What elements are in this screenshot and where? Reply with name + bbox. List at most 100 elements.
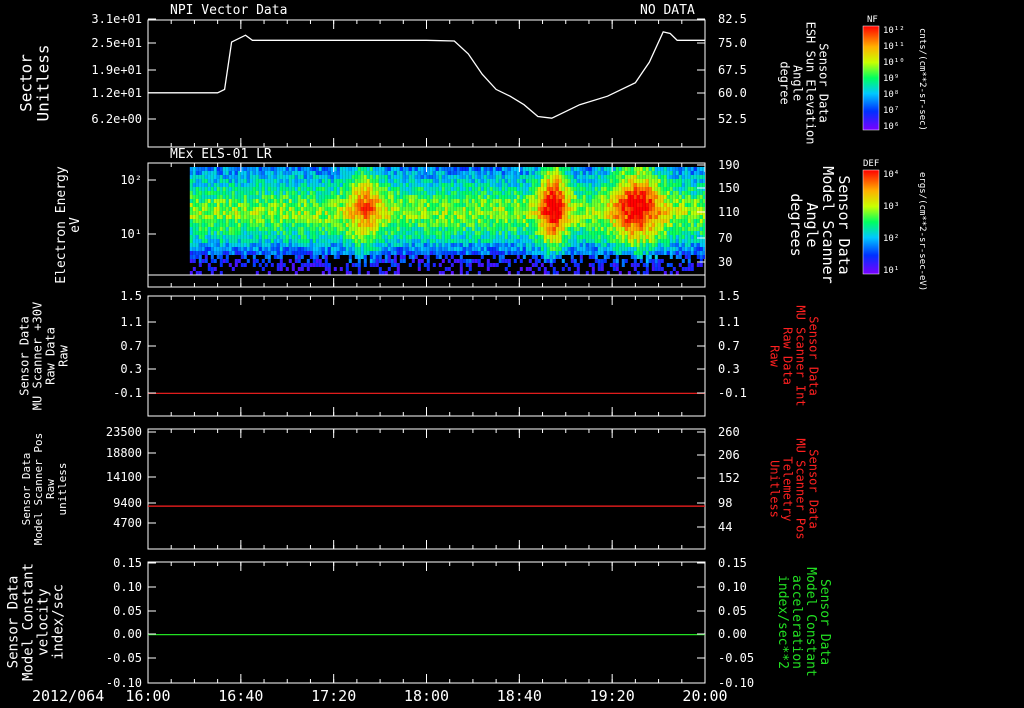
y-tick-label-left: 6.2e+00 [91,112,142,126]
y-tick-label-right: 0.15 [718,556,747,570]
y-tick-label-left: -0.05 [106,651,142,665]
y-axis-label-left: Raw [57,344,71,366]
y-tick-label-right: 98 [718,496,732,510]
y-tick-label-right: 0.00 [718,627,747,641]
panel-4-frame [147,428,706,550]
y-tick-label-left: 3.1e+01 [91,12,142,26]
y-tick-label-left: -0.1 [113,386,142,400]
y-axis-label-left: Unitless [34,44,53,121]
x-axis-date: 2012/064 [32,687,104,705]
y-axis-label-left: Raw Data [44,327,58,385]
colorbar-nf-tick: 10⁷ [883,106,899,116]
y-tick-label-left: 23500 [106,425,142,439]
colorbar-nf-tick: 10¹¹ [883,42,905,52]
x-tick-label: 18:40 [497,687,542,705]
spectrogram-heatmap [189,167,705,275]
colorbar-def-tick: 10⁴ [883,170,899,180]
x-tick-label: 17:20 [311,687,356,705]
y-axis-label-right: Unitless [768,460,782,518]
y-tick-label-right: 0.05 [718,604,747,618]
x-tick-labels: 16:00 16:40 17:20 18:00 18:40 19:20 20:00 [125,687,727,705]
y-axis-label-right: Sensor Data [817,579,832,665]
x-tick-label: 16:00 [125,687,170,705]
y-axis-label-left: Electron Energy [54,166,69,284]
colorbar-nf-title: NF [867,15,878,25]
y-tick-label-left: 0.3 [120,362,142,376]
y-axis-label-right: MU Scanner Pos [794,438,808,539]
colorbar-def-tick: 10³ [883,202,899,212]
x-tick-label: 18:00 [404,687,449,705]
colorbar-def-title: DEF [863,159,879,169]
y-axis-label-left: Sensor Data [18,316,32,395]
y-tick-label-right: 260 [718,425,740,439]
axis-ticks [147,18,706,684]
y-axis-label-right: index/sec**2 [775,575,790,669]
y-tick-label-left: 2.5e+01 [91,36,142,50]
y-tick-label-right: 44 [718,520,732,534]
y-tick-label-right: -0.1 [718,386,747,400]
y-axis-label-right: degrees [787,193,805,256]
y-tick-label-right: 152 [718,471,740,485]
y-axis-label-right: Sensor Data [817,43,831,122]
y-axis-label-left: velocity [36,588,52,655]
colorbar-def-tick: 10² [883,234,899,244]
y-axis-label-right: MU Scanner Int [794,305,808,406]
y-tick-label-right: 52.5 [718,112,747,126]
colorbar-def-tick: 10¹ [883,266,899,276]
y-tick-label-right: 110 [718,205,740,219]
y-axis-label-right: Sensor Data [807,449,821,528]
y-tick-label-left: 0.00 [113,627,142,641]
y-tick-label-right: 1.1 [718,315,740,329]
y-tick-label-left: 9400 [113,496,142,510]
colorbar-nf: NF 10¹² 10¹¹ 10¹⁰ 10⁹ 10⁸ 10⁷ 10⁶ cnts/(cm**2-… [862,15,927,132]
y-tick-label-right: 1.5 [718,289,740,303]
y-tick-label-left: 4700 [113,516,142,530]
y-axis-label-right: acceleration [789,575,804,669]
y-axis-label-right: Telemetry [781,456,795,521]
y-axis-label-right: ESH Sun Elevation [804,22,818,145]
y-tick-label-left: 18800 [106,446,142,460]
plot-canvas: NPI Vector Data NO DATA MEx ELS-01 LR 3.… [6,3,928,705]
y-tick-label-right: 75.0 [718,36,747,50]
y-axis-label-right: degree [778,61,792,104]
y-axis-label-left: MU Scanner +30V [31,302,45,410]
y-tick-label-right: 70 [718,231,732,245]
y-tick-label-right: 0.7 [718,339,740,353]
y-tick-label-left: 1.5 [120,289,142,303]
y-axis-label-left: eV [68,217,83,233]
colorbar-def: DEF 10⁴ 10³ 10² 10¹ ergs/(cm**2-sr-sec-eV) [862,159,927,291]
y-axis-label-right: Raw Data [781,327,795,385]
y-tick-label-right: 60.0 [718,86,747,100]
colorbar-nf-units: cnts/(cm**2-sr-sec) [917,28,927,131]
colorbar-nf-tick: 10⁸ [883,90,899,100]
x-tick-label: 20:00 [682,687,727,705]
y-tick-label-left: 0.15 [113,556,142,570]
panel-5-frame [147,561,706,684]
colorbar-nf-tick: 10¹⁰ [883,58,905,68]
x-tick-label: 19:20 [590,687,635,705]
y-tick-label-right: 30 [718,255,732,269]
y-tick-label-left: 0.05 [113,604,142,618]
no-data-label: NO DATA [640,3,695,18]
colorbar-nf-tick: 10¹² [883,26,905,36]
y-tick-label-right: 67.5 [718,63,747,77]
y-tick-label-left: 10¹ [120,227,142,241]
y-tick-label-left: 1.9e+01 [91,63,142,77]
y-tick-label-left: 1.2e+01 [91,86,142,100]
panel-2-title: MEx ELS-01 LR [170,147,272,162]
y-tick-label-left: 14100 [106,470,142,484]
y-tick-label-left: 10² [120,173,142,187]
panel-1-frame [147,19,706,148]
x-tick-label: 16:40 [218,687,263,705]
y-axis-label-left: index/sec [51,584,67,660]
y-axis-label-right: Model Constant [803,567,818,677]
y-axis-label-right: Sensor Data [807,316,821,395]
y-tick-label-right: 82.5 [718,12,747,26]
panel-3-frame [147,295,706,417]
y-axis-label-right: Angle [791,65,805,101]
y-axis-label-left: Model Constant [21,563,37,681]
y-tick-label-left: 0.7 [120,339,142,353]
sun-elevation-line [148,31,705,119]
y-tick-label-left: 1.1 [120,315,142,329]
y-tick-label-right: 206 [718,448,740,462]
